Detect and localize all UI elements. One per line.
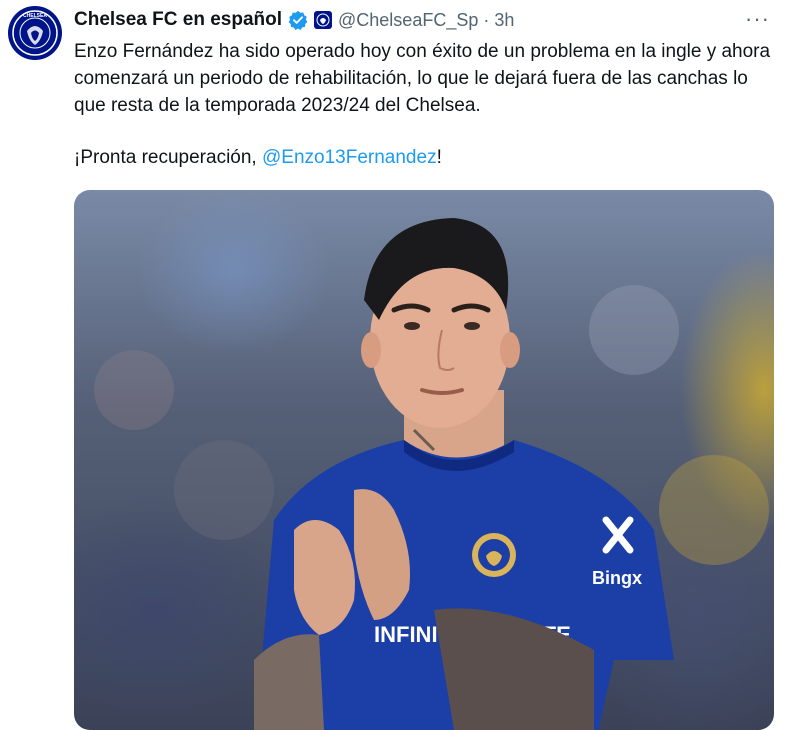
tweet-timestamp[interactable]: 3h (494, 10, 514, 31)
player-photo: Bingx INFINITE ATHLETE (94, 218, 769, 730)
chelsea-crest-icon: CHELSEA (12, 10, 58, 56)
tweet-text-paragraph-1: Enzo Fernández ha sido operado hoy con é… (74, 41, 771, 116)
mention-link[interactable]: @Enzo13Fernandez (262, 147, 437, 168)
avatar[interactable]: CHELSEA (8, 6, 62, 60)
author-name[interactable]: Chelsea FC en español (74, 9, 282, 31)
paragraph-2-suffix: ! (436, 147, 442, 168)
tweet-media-image[interactable]: Bingx INFINITE ATHLETE (74, 190, 774, 730)
author-handle[interactable]: @ChelseaFC_Sp (338, 10, 478, 31)
tweet-text-paragraph-2: ¡Pronta recuperación, @Enzo13Fernandez! (74, 144, 442, 171)
sleeve-sponsor: Bingx (592, 568, 642, 588)
more-options-icon[interactable]: ··· (745, 6, 770, 32)
tweet-header: Chelsea FC en español @ChelseaFC_Sp · 3h… (74, 6, 770, 32)
organization-badge-icon (314, 11, 333, 29)
verified-badge-icon (288, 10, 308, 30)
separator-dot: · (483, 9, 490, 30)
avatar-label: CHELSEA (23, 13, 47, 19)
paragraph-2-prefix: ¡Pronta recuperación, (74, 147, 262, 168)
